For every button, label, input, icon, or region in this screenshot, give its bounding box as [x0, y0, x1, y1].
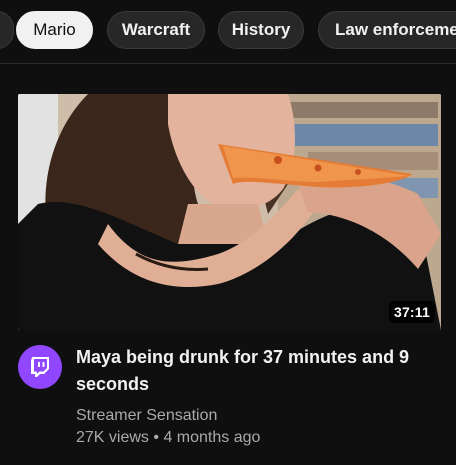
- chip-mario[interactable]: Mario: [16, 11, 93, 49]
- view-count: 27K views: [76, 429, 149, 446]
- video-meta: Maya being drunk for 37 minutes and 9 se…: [76, 344, 436, 449]
- chip-partial-left[interactable]: [0, 11, 14, 49]
- chip-label: History: [231, 20, 291, 39]
- video-title[interactable]: Maya being drunk for 37 minutes and 9 se…: [76, 344, 436, 398]
- thumbnail-image: [18, 94, 441, 330]
- upload-age: 4 months ago: [163, 429, 261, 446]
- video-thumbnail[interactable]: 37:11: [18, 94, 441, 330]
- video-stats: 27K views • 4 months ago: [76, 427, 436, 449]
- chip-label: Law enforcement: [335, 20, 456, 39]
- stats-separator: •: [153, 429, 159, 446]
- chip-label: Warcraft: [121, 20, 191, 39]
- channel-avatar[interactable]: [18, 345, 62, 389]
- chip-law-enforcement[interactable]: Law enforcement: [318, 11, 456, 49]
- chip-warcraft[interactable]: Warcraft: [107, 11, 205, 49]
- video-card: 37:11 Maya being drunk for 37 minutes an…: [0, 64, 456, 465]
- channel-name[interactable]: Streamer Sensation: [76, 405, 436, 427]
- twitch-logo-icon: [31, 357, 49, 377]
- video-duration-badge: 37:11: [388, 301, 435, 323]
- chip-history[interactable]: History: [218, 11, 304, 49]
- filter-chips-bar: Mario Warcraft History Law enforcement: [0, 0, 456, 64]
- chip-label: Mario: [33, 20, 76, 39]
